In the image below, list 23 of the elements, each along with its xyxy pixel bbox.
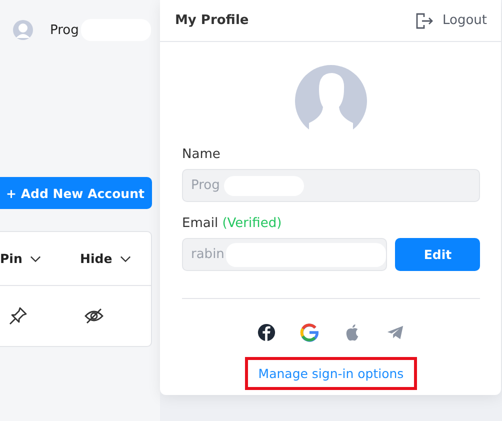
avatar-icon	[13, 20, 33, 40]
paper-plane-icon[interactable]	[386, 323, 405, 342]
logout-icon	[414, 10, 434, 30]
name-field[interactable]: Prog	[182, 169, 480, 202]
panel-title: My Profile	[175, 13, 249, 28]
user-name[interactable]: Prog	[50, 22, 79, 38]
avatar-icon	[295, 65, 367, 137]
chevron-down-icon	[120, 254, 132, 262]
field-label: Name	[182, 147, 222, 162]
edit-button[interactable]: Edit	[395, 238, 480, 271]
pin-icon[interactable]	[8, 306, 28, 326]
field-label: Email	[182, 216, 218, 231]
logout-button[interactable]: Logout	[414, 10, 487, 30]
email-field[interactable]: rabin	[182, 238, 388, 271]
eye-slash-icon[interactable]	[84, 306, 104, 326]
facebook-icon[interactable]	[257, 323, 276, 342]
google-icon[interactable]	[300, 323, 319, 342]
verified-status: (Verified)	[222, 216, 282, 231]
chevron-down-icon	[30, 254, 42, 262]
manage-sign-in-link[interactable]: Manage sign-in options	[245, 357, 417, 390]
add-account-button[interactable]: + Add New Account	[0, 177, 152, 209]
column-header[interactable]: Pin	[0, 251, 80, 266]
column-header[interactable]: Hide	[80, 251, 132, 266]
